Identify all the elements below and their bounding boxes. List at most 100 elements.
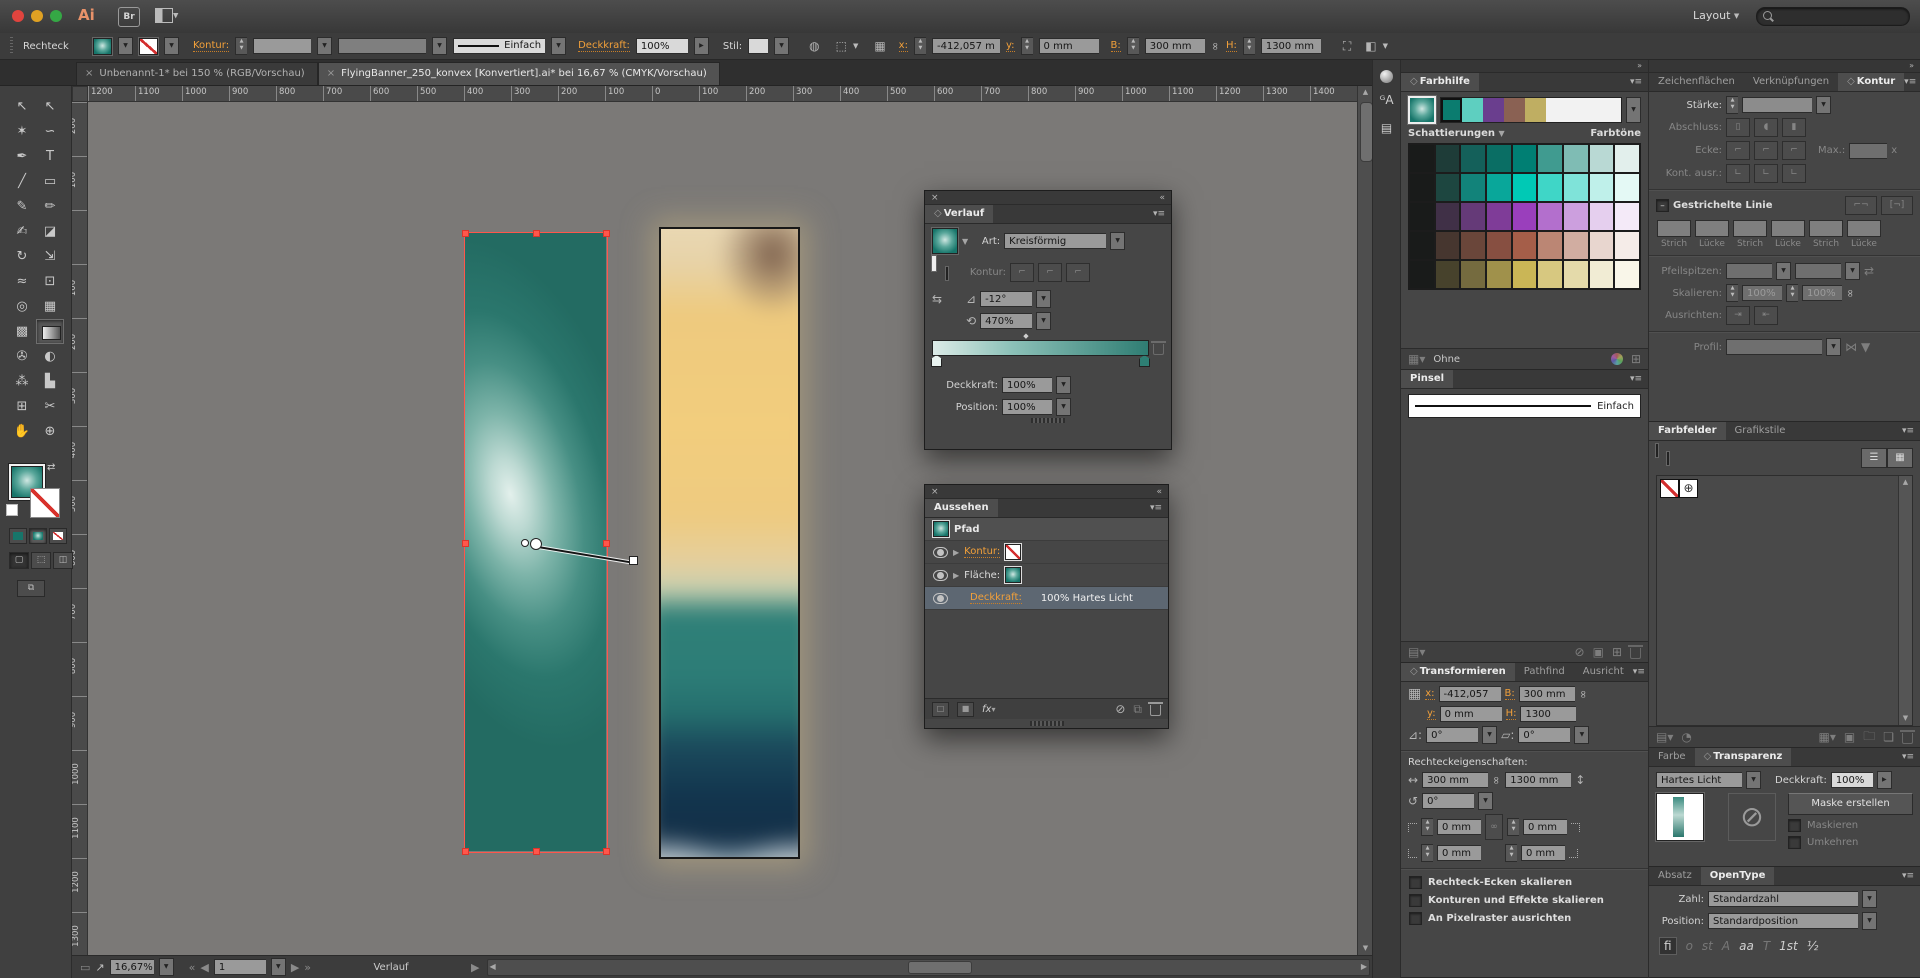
- color-variation-swatch[interactable]: [1512, 144, 1538, 173]
- color-variation-swatch[interactable]: [1512, 231, 1538, 260]
- select-similar-icon[interactable]: ⬚: [836, 39, 847, 53]
- align-outside-button[interactable]: ∟: [1782, 164, 1806, 183]
- color-variation-swatch[interactable]: [1563, 173, 1589, 202]
- swap-fill-stroke-icon[interactable]: ⇄: [47, 462, 55, 473]
- color-variation-swatch[interactable]: [1435, 202, 1461, 231]
- kuler-panel-icon[interactable]: [1380, 70, 1393, 83]
- gradient-opacity-field[interactable]: 100%: [1002, 377, 1052, 393]
- link-corner-radii-icon[interactable]: ∞: [1485, 814, 1503, 840]
- color-variation-swatch[interactable]: [1589, 231, 1615, 260]
- transform-h-field[interactable]: 1300 mm: [1520, 706, 1576, 722]
- visibility-eye-icon[interactable]: [933, 593, 948, 604]
- opentype-feature-button[interactable]: 1st: [1779, 939, 1798, 953]
- color-variation-swatch[interactable]: [1486, 144, 1512, 173]
- close-tab-icon[interactable]: ×: [85, 63, 93, 85]
- opentype-feature-button[interactable]: fi: [1659, 937, 1677, 955]
- placed-banner-image[interactable]: [659, 227, 800, 859]
- scale-start-stepper[interactable]: ▲▼: [1726, 284, 1738, 302]
- transform-y-label[interactable]: y:: [1427, 708, 1436, 720]
- scale-tool[interactable]: ⇲: [36, 244, 64, 269]
- stroke-panel-link[interactable]: Kontur:: [193, 40, 229, 52]
- rect-angle-dropdown[interactable]: ▼: [1478, 792, 1493, 810]
- pencil-tool[interactable]: ✏: [36, 194, 64, 219]
- tab-stroke[interactable]: ◇Kontur: [1838, 73, 1904, 91]
- stroke-weight-dropdown[interactable]: ▼: [317, 37, 332, 55]
- export-icon[interactable]: ↗: [95, 961, 104, 974]
- transform-option-row[interactable]: Konturen und Effekte skalieren: [1409, 894, 1640, 907]
- color-variation-swatch[interactable]: [1486, 173, 1512, 202]
- panel-drag-handle[interactable]: [1030, 721, 1064, 726]
- transform-w-field[interactable]: 300 mm: [1519, 686, 1575, 702]
- horizontal-scroll-thumb[interactable]: [908, 961, 972, 974]
- figure-dropdown[interactable]: ▼: [1862, 890, 1877, 908]
- zoom-level-dropdown[interactable]: ▼: [159, 958, 174, 976]
- column-graph-tool[interactable]: ▙: [36, 369, 64, 394]
- appearance-row-stroke[interactable]: ▶ Kontur:: [925, 541, 1168, 564]
- artboard-tool[interactable]: ⊞: [8, 394, 36, 419]
- tab-pathfinder[interactable]: Pathfind: [1515, 663, 1574, 681]
- width-tool[interactable]: ≈: [8, 269, 36, 294]
- color-variation-swatch[interactable]: [1614, 144, 1640, 173]
- weight-field[interactable]: [1742, 97, 1812, 113]
- dash-gap-input[interactable]: [1771, 220, 1805, 237]
- brush-libraries-icon[interactable]: ▤▾: [1408, 645, 1425, 659]
- blend-mode-dropdown[interactable]: ▼: [1746, 771, 1761, 789]
- limit-colors-icon[interactable]: ▦▾: [1408, 352, 1425, 366]
- close-panel-icon[interactable]: ×: [931, 487, 939, 497]
- panel-menu-icon[interactable]: ▾≡: [1902, 748, 1920, 766]
- new-brush-icon[interactable]: ⊞: [1612, 645, 1622, 659]
- miter-join-button[interactable]: ⌐: [1726, 141, 1750, 160]
- zoom-tool[interactable]: ⊕: [36, 419, 64, 444]
- vertical-scrollbar[interactable]: ▲ ▼: [1357, 86, 1372, 955]
- corner-bl-stepper[interactable]: ▲▼: [1421, 844, 1433, 862]
- horizontal-scrollbar[interactable]: ◀ ▶: [487, 959, 1371, 976]
- tab-paragraph[interactable]: Absatz: [1649, 867, 1701, 885]
- swap-arrowheads-icon[interactable]: ⇄: [1864, 264, 1874, 278]
- reference-point-icon[interactable]: ▦: [874, 39, 884, 53]
- color-variation-swatch[interactable]: [1563, 260, 1589, 289]
- preserve-dashes-button[interactable]: ⌐¬: [1845, 196, 1877, 215]
- swatch-list[interactable]: ▲ ▼: [1656, 475, 1913, 726]
- gradient-opacity-dropdown[interactable]: ▼: [1056, 376, 1071, 394]
- corner-tr-stepper[interactable]: ▲▼: [1507, 818, 1519, 836]
- gradient-aspect-dropdown[interactable]: ▼: [1036, 312, 1051, 330]
- scale-end-field[interactable]: 100%: [1802, 285, 1842, 301]
- swatches-stroke-indicator[interactable]: [1667, 452, 1669, 465]
- bridge-button[interactable]: Br: [118, 7, 140, 27]
- color-variation-swatch[interactable]: [1409, 202, 1435, 231]
- corner-bl-icon[interactable]: [1408, 849, 1417, 858]
- butt-cap-button[interactable]: ▯: [1726, 118, 1750, 137]
- stroke-color-dropdown[interactable]: ▼: [164, 37, 179, 55]
- gradient-annotator-origin[interactable]: [521, 539, 529, 547]
- new-swatch-icon[interactable]: ❏: [1883, 730, 1894, 744]
- previous-artboard-icon[interactable]: ◀: [200, 961, 208, 974]
- symbol-sprayer-tool[interactable]: ⁂: [8, 369, 36, 394]
- transparency-opacity-field[interactable]: 100%: [1831, 772, 1873, 788]
- rect-angle-field[interactable]: 0°: [1422, 793, 1474, 809]
- arrange-documents-button[interactable]: ▼: [155, 8, 185, 24]
- weight-stepper[interactable]: ▲▼: [1726, 96, 1738, 114]
- close-window-button[interactable]: [12, 10, 24, 22]
- eyedropper-tool[interactable]: ✇: [8, 344, 36, 369]
- grid-view-button[interactable]: ▦: [1887, 448, 1913, 468]
- device-preview-icon[interactable]: ▭: [80, 961, 90, 974]
- figure-field[interactable]: Standardzahl: [1708, 891, 1858, 907]
- gradient-position-field[interactable]: 100%: [1002, 399, 1052, 415]
- last-artboard-icon[interactable]: »: [304, 961, 311, 974]
- rect-width-field[interactable]: 300 mm: [1422, 772, 1488, 788]
- profile-field[interactable]: [1726, 339, 1822, 355]
- lasso-tool[interactable]: ∽: [36, 119, 64, 144]
- dash-gap-input[interactable]: [1657, 220, 1691, 237]
- width-stepper[interactable]: ▲▼: [1127, 37, 1139, 55]
- vertical-ruler[interactable]: 2001000100200300400500600700800900100011…: [72, 102, 88, 955]
- color-variation-swatch[interactable]: [1486, 260, 1512, 289]
- align-icon[interactable]: ◧: [1365, 39, 1376, 53]
- transform-w-label[interactable]: B:: [1505, 688, 1515, 700]
- fill-gradient-chip[interactable]: [1005, 567, 1021, 583]
- tab-swatches[interactable]: Farbfelder: [1649, 422, 1726, 440]
- x-link[interactable]: x:: [899, 40, 908, 52]
- harmony-swatch[interactable]: [1441, 98, 1462, 122]
- default-fill-stroke-icon[interactable]: [6, 504, 18, 516]
- projecting-cap-button[interactable]: ▮: [1782, 118, 1806, 137]
- next-artboard-icon[interactable]: ▶: [291, 961, 299, 974]
